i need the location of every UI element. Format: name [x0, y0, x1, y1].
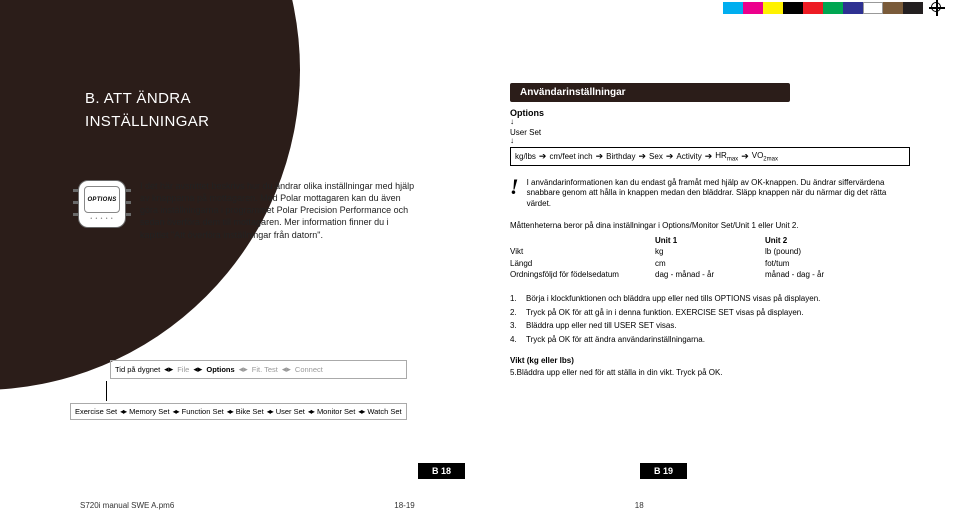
footer-pages: 18-19 [394, 501, 414, 510]
title-line-2: INSTÄLLNINGAR [85, 111, 209, 134]
units-intro: Måttenheterna beror på dina inställninga… [510, 220, 910, 232]
user-set-label: User Set [510, 128, 910, 137]
print-registration-right [723, 0, 945, 16]
nav-row-bottom: Exercise Set◂▸ Memory Set◂▸ Function Set… [70, 403, 407, 420]
units-block: Måttenheterna beror på dina inställninga… [510, 220, 910, 281]
numbered-steps: 1.Börja i klockfunktionen och bläddra up… [510, 293, 910, 345]
print-footer: S720i manual SWE A.pm6 18-19 18 [80, 501, 644, 510]
info-note: ! I användarinformationen kan du endast … [510, 178, 910, 210]
page-number-right: B 19 [640, 463, 687, 479]
nav-row-top: Tid på dygnet◂▸ File◂▸ Options◂▸ Fit. Te… [110, 360, 407, 379]
right-column: Användarinställningar Options ↓ User Set… [510, 83, 910, 379]
intro-block: OPTIONS • • • • • I det här avsnittet be… [78, 180, 418, 241]
footer-signature: 18 [635, 501, 644, 510]
exclamation-icon: ! [510, 178, 519, 210]
footer-filename: S720i manual SWE A.pm6 [80, 501, 174, 510]
intro-paragraph: I det här avsnittet beskrivs hur du ändr… [140, 180, 418, 241]
info-note-text: I användarinformationen kan du endast gå… [527, 178, 910, 210]
user-settings-header: Användarinställningar [510, 83, 790, 102]
section-title: B. ATT ÄNDRA INSTÄLLNINGAR [85, 88, 209, 133]
page-number-left: B 18 [418, 463, 465, 479]
arrow-down-icon: ↓ [510, 137, 910, 145]
registration-mark-icon [929, 0, 945, 16]
units-table: Unit 1 Unit 2 Vikt kg lb (pound) Längd c… [510, 235, 910, 281]
options-label: Options [510, 108, 910, 118]
watch-icon: OPTIONS • • • • • [78, 180, 126, 228]
title-line-1: B. ATT ÄNDRA [85, 88, 209, 111]
vikt-section: Vikt (kg eller lbs) 5.Bläddra upp eller … [510, 355, 910, 378]
arrow-down-icon: ↓ [510, 118, 910, 126]
watch-display-text: OPTIONS [84, 186, 120, 213]
settings-flow: kg/lbs➔ cm/feet inch➔ Birthday➔ Sex➔ Act… [510, 147, 910, 166]
nav-connector-line [106, 381, 407, 401]
navigation-diagram: Tid på dygnet◂▸ File◂▸ Options◂▸ Fit. Te… [70, 360, 407, 420]
cmyk-color-bars [723, 2, 923, 14]
